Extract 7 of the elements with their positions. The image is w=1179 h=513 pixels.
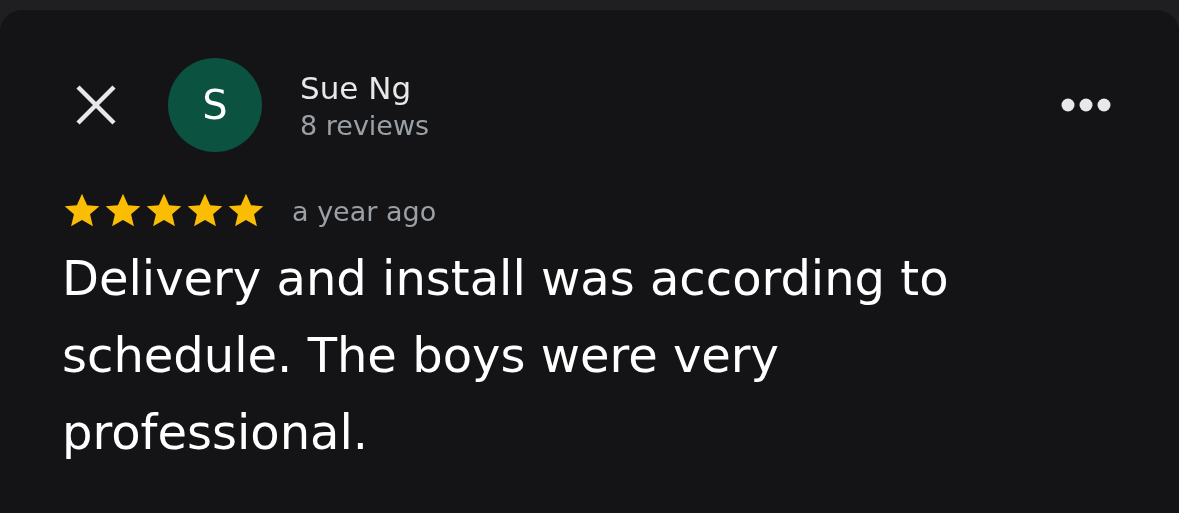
reviewer-name: Sue Ng	[300, 69, 413, 106]
review-count: 8 reviews	[300, 109, 431, 141]
more-options-button[interactable]	[1061, 98, 1111, 112]
avatar: S	[168, 58, 262, 152]
close-button[interactable]	[74, 83, 118, 127]
review-text: Delivery and install was according to schedule. The boys were very professional.	[62, 249, 950, 462]
review-time: a year ago	[292, 195, 437, 227]
